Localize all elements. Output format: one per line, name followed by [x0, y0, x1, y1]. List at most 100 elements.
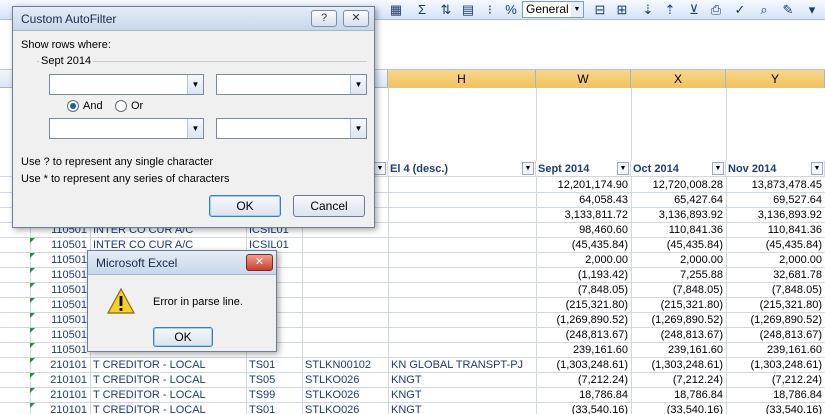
chevron-down-icon[interactable]: ▼	[187, 119, 203, 138]
filter-dropdown-button[interactable]: ▼	[374, 162, 386, 175]
table-cell[interactable]: 18,786.84	[536, 388, 631, 403]
table-cell[interactable]: 12,201,174.90	[536, 178, 631, 193]
find-icon[interactable]: ⌕	[756, 2, 772, 18]
or-label[interactable]: Or	[131, 100, 143, 112]
paint-icon[interactable]: ✎	[780, 2, 796, 18]
table-cell[interactable]: 210101	[30, 358, 90, 373]
table-cell[interactable]: 239,161.60	[536, 343, 631, 358]
ok-button[interactable]: OK	[153, 327, 213, 347]
table-cell[interactable]: 2,000.00	[726, 253, 825, 268]
table-cell[interactable]	[388, 238, 536, 253]
sort-za-icon[interactable]: ⇡	[662, 2, 678, 18]
table-cell[interactable]	[388, 298, 536, 313]
table-cell[interactable]: 2,000.00	[536, 253, 631, 268]
table-cell[interactable]	[388, 313, 536, 328]
table-cell[interactable]: (45,435.84)	[726, 238, 825, 253]
table-cell[interactable]: (1,269,890.52)	[631, 313, 726, 328]
close-button[interactable]: ✕	[343, 10, 369, 27]
table-cell[interactable]: 12,720,008.28	[631, 178, 726, 193]
table-cell[interactable]: KN GLOBAL TRANSPT-PJ	[388, 358, 536, 373]
table-cell[interactable]	[302, 328, 388, 343]
table-cell[interactable]: (248,813.67)	[536, 328, 631, 343]
table-cell[interactable]: (45,435.84)	[536, 238, 631, 253]
table-cell[interactable]: 110501	[30, 313, 90, 328]
table-cell[interactable]: (1,193.42)	[536, 268, 631, 283]
table-cell[interactable]: (215,321.80)	[726, 298, 825, 313]
and-label[interactable]: And	[83, 100, 103, 112]
table-cell[interactable]: T CREDITOR - LOCAL	[90, 358, 246, 373]
table-cell[interactable]: 110501	[30, 253, 90, 268]
comma-icon[interactable]: ⁝	[482, 2, 498, 18]
table-cell[interactable]: TS99	[246, 388, 302, 403]
table-cell[interactable]	[302, 313, 388, 328]
or-radio[interactable]	[115, 100, 127, 112]
table-cell[interactable]: (7,848.05)	[536, 283, 631, 298]
table-cell[interactable]: (45,435.84)	[631, 238, 726, 253]
cancel-button[interactable]: Cancel	[293, 195, 365, 217]
table-cell[interactable]: KNGT	[388, 403, 536, 414]
table-cell[interactable]: (1,303,248.61)	[536, 358, 631, 373]
table-cell[interactable]: 110501	[30, 238, 90, 253]
table-cell[interactable]: 18,786.84	[631, 388, 726, 403]
table-cell[interactable]: 13,873,478.45	[726, 178, 825, 193]
table-cell[interactable]: (248,813.67)	[631, 328, 726, 343]
table-cell[interactable]: (7,848.05)	[631, 283, 726, 298]
table-cell[interactable]: KNGT	[388, 373, 536, 388]
table-cell[interactable]: 110501	[30, 328, 90, 343]
table-cell[interactable]: (248,813.67)	[726, 328, 825, 343]
table-cell[interactable]: 110501	[30, 283, 90, 298]
table-cell[interactable]: 64,058.43	[536, 193, 631, 208]
table-cell[interactable]: T CREDITOR - LOCAL	[90, 373, 246, 388]
borders-icon[interactable]: ▦	[388, 2, 404, 18]
table-cell[interactable]: (1,303,248.61)	[631, 358, 726, 373]
table-cell[interactable]: 65,427.64	[631, 193, 726, 208]
table-cell[interactable]: (33,540.16)	[631, 403, 726, 414]
chevron-down-icon[interactable]: ▼	[350, 119, 366, 138]
table-cell[interactable]	[302, 343, 388, 358]
value-2-input[interactable]: ▼	[216, 118, 367, 139]
table-cell[interactable]: 32,681.78	[726, 268, 825, 283]
table-cell[interactable]: T CREDITOR - LOCAL	[90, 388, 246, 403]
table-cell[interactable]: (7,212.24)	[536, 373, 631, 388]
table-cell[interactable]: STLKO026	[302, 403, 388, 414]
table-cell[interactable]	[388, 283, 536, 298]
filter-active-button[interactable]: ▼	[617, 162, 629, 175]
column-header-y[interactable]: Y	[726, 70, 825, 88]
table-cell[interactable]: 110,841.36	[631, 223, 726, 238]
table-cell[interactable]: (1,269,890.52)	[536, 313, 631, 328]
table-cell[interactable]: TS05	[246, 373, 302, 388]
filter-icon[interactable]: ⊻	[686, 2, 702, 18]
table-cell[interactable]: 3,136,893.92	[631, 208, 726, 223]
table-cell[interactable]: (215,321.80)	[631, 298, 726, 313]
chevron-down-icon[interactable]: ▼	[571, 2, 583, 17]
table-cell[interactable]: 110501	[30, 343, 90, 358]
table-cell[interactable]: (33,540.16)	[726, 403, 825, 414]
filter-dropdown-button[interactable]: ▼	[811, 162, 823, 175]
table-cell[interactable]: 210101	[30, 403, 90, 414]
dialog-titlebar[interactable]: Custom AutoFilter ? ✕	[13, 7, 374, 31]
currency-icon[interactable]: ▤	[460, 2, 476, 18]
table-cell[interactable]	[302, 298, 388, 313]
filter-dropdown-button[interactable]: ▼	[712, 162, 724, 175]
table-cell[interactable]: 98,460.60	[536, 223, 631, 238]
table-cell[interactable]: (215,321.80)	[536, 298, 631, 313]
table-cell[interactable]: TS01	[246, 358, 302, 373]
table-cell[interactable]	[388, 223, 536, 238]
table-cell[interactable]	[388, 343, 536, 358]
close-button[interactable]: ✕	[246, 254, 273, 271]
table-cell[interactable]: 239,161.60	[631, 343, 726, 358]
table-cell[interactable]: (1,303,248.61)	[726, 358, 825, 373]
operator-2-select[interactable]: ▼	[49, 118, 204, 139]
table-cell[interactable]	[388, 328, 536, 343]
table-cell[interactable]: 3,136,893.92	[726, 208, 825, 223]
column-header-h[interactable]: H	[388, 70, 536, 88]
spelling-icon[interactable]: ✓	[732, 2, 748, 18]
table-cell[interactable]: 69,527.64	[726, 193, 825, 208]
table-cell[interactable]: 110,841.36	[726, 223, 825, 238]
align-icon[interactable]: ⊟	[592, 2, 608, 18]
column-header-x[interactable]: X	[631, 70, 726, 88]
table-cell[interactable]	[388, 208, 536, 223]
table-cell[interactable]: (7,848.05)	[726, 283, 825, 298]
table-cell[interactable]	[302, 253, 388, 268]
table-cell[interactable]: 210101	[30, 388, 90, 403]
